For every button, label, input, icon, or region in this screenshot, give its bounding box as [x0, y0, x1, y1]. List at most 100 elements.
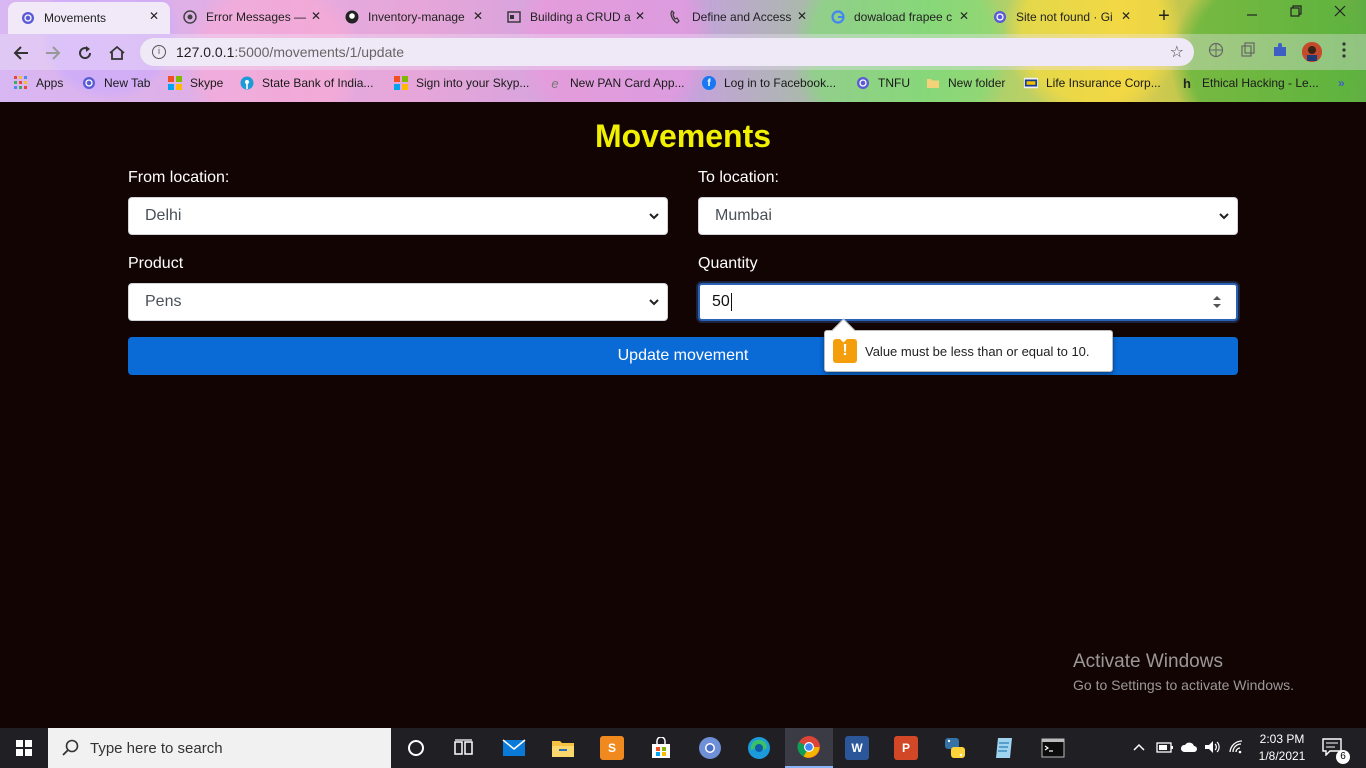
close-icon[interactable]: ✕	[470, 9, 486, 23]
bookmark-apps[interactable]: Apps	[14, 76, 63, 90]
start-button[interactable]	[0, 728, 48, 768]
windows-logo-icon	[16, 740, 32, 756]
notification-count-badge: 6	[1336, 750, 1350, 764]
sublime-text-icon[interactable]: S	[588, 728, 636, 768]
copy-icon[interactable]	[1238, 42, 1258, 62]
from-location-select[interactable]: Delhi	[128, 197, 668, 235]
home-icon[interactable]	[104, 40, 130, 66]
from-location-value: Delhi	[145, 207, 182, 224]
tab-define-and-access[interactable]: Define and Access ✕	[656, 2, 818, 32]
bookmark-star-icon[interactable]: ☆	[1170, 42, 1184, 62]
bookmark-ethical-hacking[interactable]: h Ethical Hacking - Le...	[1180, 76, 1319, 91]
quantity-label: Quantity	[698, 255, 758, 272]
close-icon[interactable]: ✕	[146, 9, 162, 23]
product-select[interactable]: Pens	[128, 283, 668, 321]
to-location-value: Mumbai	[715, 207, 772, 224]
lic-icon	[1024, 76, 1038, 90]
clock-date: 1/8/2021	[1258, 749, 1306, 763]
chevron-down-icon	[649, 213, 659, 220]
extensions-puzzle-icon[interactable]	[1270, 42, 1290, 62]
quantity-input[interactable]: 50	[698, 283, 1238, 321]
to-location-select[interactable]: Mumbai	[698, 197, 1238, 235]
python-icon[interactable]	[931, 728, 979, 768]
cortana-icon[interactable]	[392, 728, 440, 768]
more-menu-icon[interactable]	[1334, 42, 1354, 62]
validation-message: Value must be less than or equal to 10.	[865, 343, 1090, 359]
minimize-icon[interactable]	[1232, 4, 1272, 20]
windows-taskbar: Type here to search S W P 2:03 PM 1/8/20…	[0, 728, 1366, 768]
bookmark-state-bank[interactable]: State Bank of India...	[240, 76, 373, 90]
watermark-subtitle: Go to Settings to activate Windows.	[1073, 677, 1294, 693]
close-icon[interactable]: ✕	[632, 9, 648, 23]
new-tab-button[interactable]: +	[1152, 6, 1176, 28]
chrome-icon[interactable]	[785, 728, 833, 768]
reload-icon[interactable]	[72, 40, 98, 66]
text-caret	[730, 293, 732, 311]
close-icon[interactable]: ✕	[1118, 9, 1134, 23]
info-icon[interactable]: i	[152, 45, 166, 59]
terminal-icon[interactable]	[1029, 728, 1077, 768]
tab-building-crud[interactable]: Building a CRUD a ✕	[494, 2, 656, 32]
google-icon	[830, 9, 846, 25]
tab-title: Building a CRUD a	[530, 10, 631, 24]
tab-strip: Movements ✕ Error Messages — ✕ Inventory…	[0, 0, 1366, 34]
globe-icon	[82, 76, 96, 90]
chromium-icon[interactable]	[686, 728, 734, 768]
apps-grid-icon	[14, 76, 28, 90]
volume-icon[interactable]	[1204, 740, 1222, 757]
microsoft-store-icon[interactable]	[637, 728, 685, 768]
close-icon[interactable]: ✕	[308, 9, 324, 23]
wifi-icon[interactable]	[1228, 740, 1246, 757]
edge-icon[interactable]	[735, 728, 783, 768]
tab-dowaload-frapee[interactable]: dowaload frapee c ✕	[818, 2, 980, 32]
bookmark-label: Skype	[190, 76, 224, 90]
tab-inventory-manage[interactable]: Inventory-manage ✕	[332, 2, 494, 32]
onedrive-cloud-icon[interactable]	[1180, 740, 1198, 757]
action-center-icon[interactable]: 6	[1322, 738, 1350, 764]
bookmark-facebook[interactable]: f Log in to Facebook...	[702, 76, 836, 90]
bookmarks-overflow-chevron[interactable]: »	[1338, 76, 1345, 90]
profile-avatar[interactable]	[1302, 42, 1322, 62]
mail-icon[interactable]	[490, 728, 538, 768]
forward-arrow-icon[interactable]	[40, 40, 66, 66]
taskbar-search-box[interactable]: Type here to search	[48, 728, 391, 768]
product-value: Pens	[145, 293, 182, 310]
file-explorer-icon[interactable]	[539, 728, 587, 768]
restore-icon[interactable]	[1276, 4, 1316, 20]
folder-icon	[926, 76, 940, 90]
bookmark-lic[interactable]: Life Insurance Corp...	[1024, 76, 1161, 90]
tab-error-messages[interactable]: Error Messages — ✕	[170, 2, 332, 32]
bookmark-new-tab[interactable]: New Tab	[82, 76, 150, 90]
window-close-icon[interactable]	[1320, 4, 1360, 20]
warning-icon: !	[833, 339, 857, 363]
sbi-icon	[240, 76, 254, 90]
tab-site-not-found[interactable]: Site not found · Gi ✕	[980, 2, 1142, 32]
validation-tooltip: ! Value must be less than or equal to 10…	[824, 330, 1113, 372]
id-card-icon	[506, 9, 522, 25]
tab-title: Inventory-manage	[368, 10, 465, 24]
globe-icon	[856, 76, 870, 90]
close-icon[interactable]: ✕	[794, 9, 810, 23]
bookmark-new-folder[interactable]: New folder	[926, 76, 1005, 90]
bookmark-tnfu[interactable]: TNFU	[856, 76, 910, 90]
tray-chevron-up-icon[interactable]	[1132, 740, 1148, 757]
bookmark-pan-card[interactable]: e New PAN Card App...	[548, 76, 684, 91]
translate-icon[interactable]	[1206, 42, 1226, 62]
close-icon[interactable]: ✕	[956, 9, 972, 23]
task-view-icon[interactable]	[440, 728, 488, 768]
battery-icon[interactable]	[1156, 740, 1174, 757]
tab-movements[interactable]: Movements ✕	[8, 2, 170, 34]
clock-time: 2:03 PM	[1259, 732, 1305, 746]
bookmark-skype[interactable]: Skype	[168, 76, 223, 90]
word-icon[interactable]: W	[833, 728, 881, 768]
back-arrow-icon[interactable]	[8, 40, 34, 66]
notepad-icon[interactable]	[980, 728, 1028, 768]
powerpoint-icon[interactable]: P	[882, 728, 930, 768]
url-host: 127.0.0.1	[176, 44, 235, 60]
address-bar[interactable]: i 127.0.0.1:5000/movements/1/update ☆	[140, 38, 1194, 66]
bookmark-sign-into-skype[interactable]: Sign into your Skyp...	[394, 76, 529, 90]
number-spinner-icon[interactable]	[1212, 294, 1222, 310]
taskbar-clock[interactable]: 2:03 PM 1/8/2021	[1256, 731, 1308, 765]
bookmarks-bar: Apps New Tab Skype State Bank of India..…	[0, 70, 1366, 98]
chevron-down-icon	[1219, 213, 1229, 220]
